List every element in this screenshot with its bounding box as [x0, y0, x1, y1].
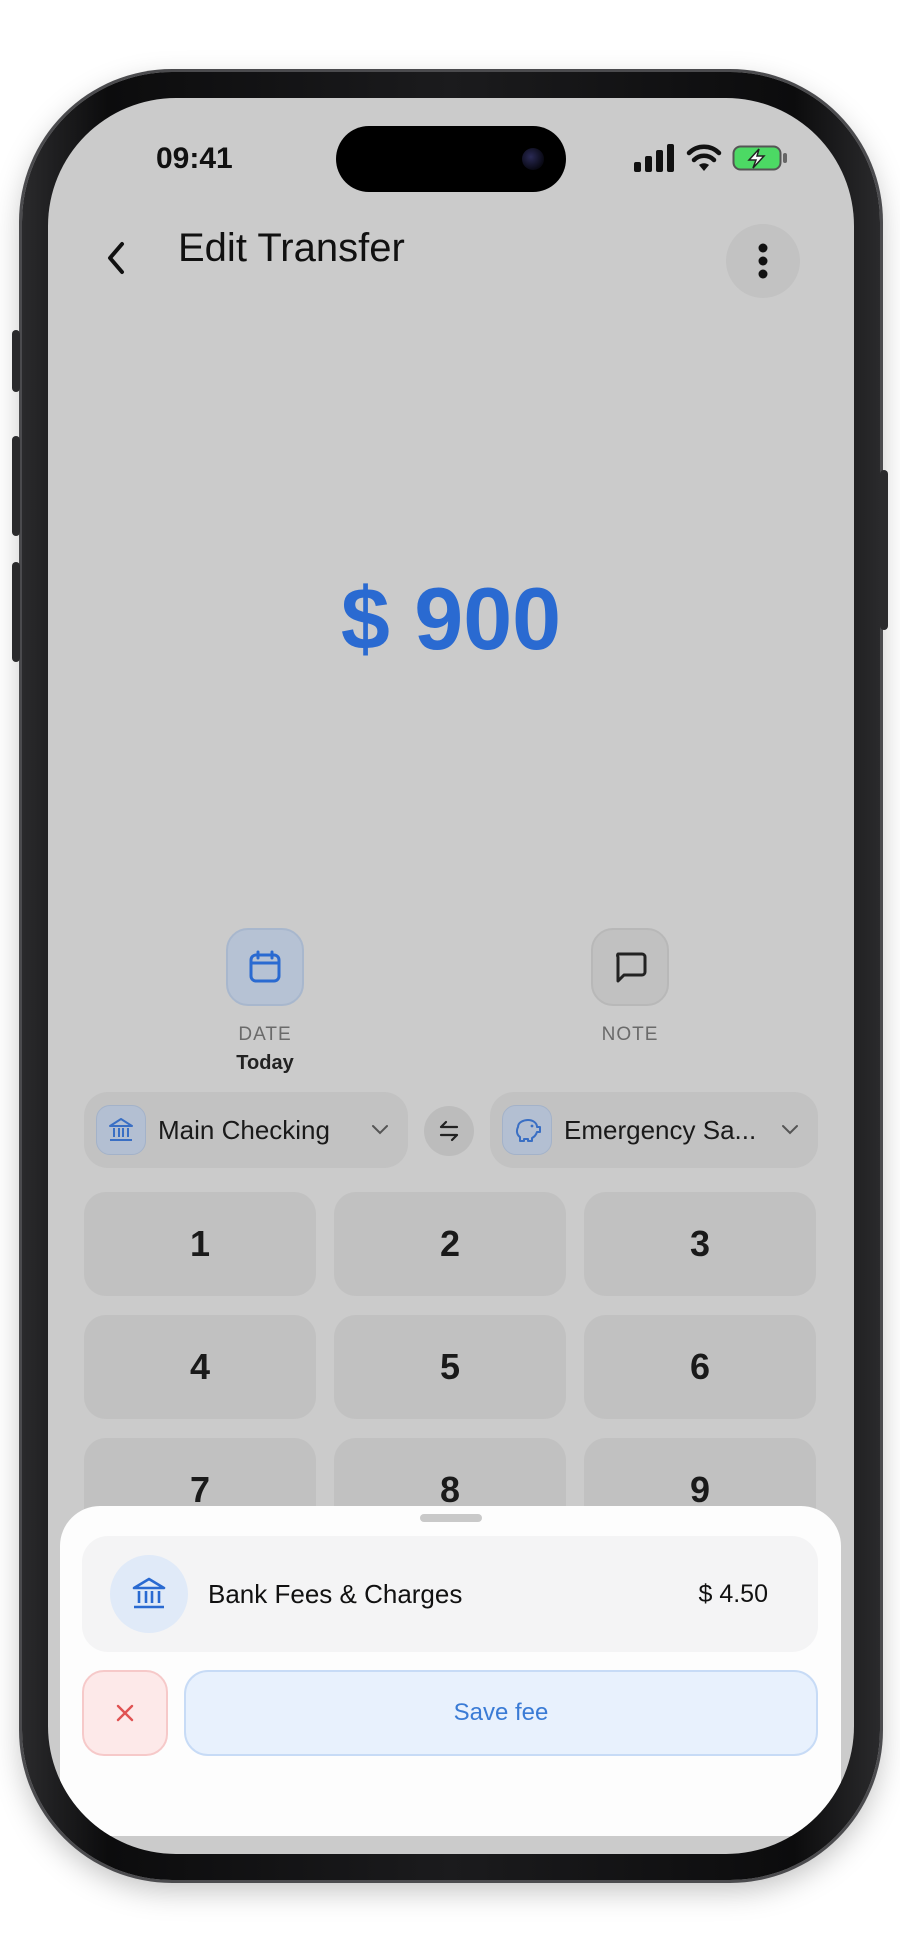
chevron-down-icon	[772, 1124, 808, 1136]
battery-charging-icon	[732, 145, 787, 171]
from-account-name: Main Checking	[158, 1114, 330, 1145]
page-title: Edit Transfer	[178, 226, 405, 270]
signal-icon	[634, 144, 674, 172]
camera-icon	[522, 148, 544, 170]
keypad-key-4[interactable]: 4	[84, 1315, 316, 1419]
power-button	[880, 470, 888, 630]
back-button[interactable]	[88, 230, 144, 286]
dynamic-island	[336, 126, 566, 192]
status-icons	[634, 144, 788, 172]
date-button[interactable]	[226, 928, 304, 1006]
fee-amount: $ 4.50	[698, 1579, 768, 1608]
to-account-selector[interactable]: Emergency Sa...	[490, 1092, 818, 1168]
screen: 09:41 Edit Transfer $ 900 DATE Today NOT…	[48, 98, 854, 1854]
transfer-amount[interactable]: $ 900	[48, 568, 854, 670]
volume-down-button	[12, 562, 20, 662]
fee-bottom-sheet: Bank Fees & Charges $ 4.50 Save fee	[60, 1506, 841, 1836]
bank-icon	[96, 1105, 146, 1155]
fee-item[interactable]: Bank Fees & Charges $ 4.50	[82, 1536, 818, 1652]
sheet-grabber[interactable]	[420, 1514, 482, 1522]
piggy-bank-icon	[502, 1105, 552, 1155]
keypad-key-1[interactable]: 1	[84, 1192, 316, 1296]
close-icon	[116, 1704, 134, 1722]
to-account-name: Emergency Sa...	[564, 1114, 757, 1145]
keypad-key-5[interactable]: 5	[334, 1315, 566, 1419]
swap-icon	[439, 1120, 459, 1142]
keypad-key-3[interactable]: 3	[584, 1192, 816, 1296]
note-button[interactable]	[591, 928, 669, 1006]
wifi-icon	[686, 144, 722, 171]
more-vertical-icon	[758, 243, 768, 279]
chevron-down-icon	[362, 1124, 398, 1136]
keypad-key-2[interactable]: 2	[334, 1192, 566, 1296]
bank-icon	[110, 1555, 188, 1633]
fee-name: Bank Fees & Charges	[208, 1578, 463, 1609]
keypad-key-6[interactable]: 6	[584, 1315, 816, 1419]
message-icon	[616, 952, 647, 983]
date-action[interactable]: DATE Today	[205, 928, 325, 1075]
date-label: DATE	[238, 1024, 292, 1045]
calendar-icon	[249, 950, 281, 983]
volume-up-button	[12, 436, 20, 536]
note-label: NOTE	[601, 1024, 659, 1045]
save-fee-button[interactable]: Save fee	[184, 1670, 818, 1756]
from-account-selector[interactable]: Main Checking	[84, 1092, 408, 1168]
more-options-button[interactable]	[726, 224, 800, 298]
remove-fee-button[interactable]	[82, 1670, 168, 1756]
swap-accounts-button[interactable]	[424, 1106, 474, 1156]
date-value: Today	[236, 1052, 294, 1074]
action-button	[12, 330, 20, 392]
status-time: 09:41	[156, 142, 233, 175]
chevron-left-icon	[108, 242, 124, 274]
note-action[interactable]: NOTE	[570, 928, 690, 1046]
